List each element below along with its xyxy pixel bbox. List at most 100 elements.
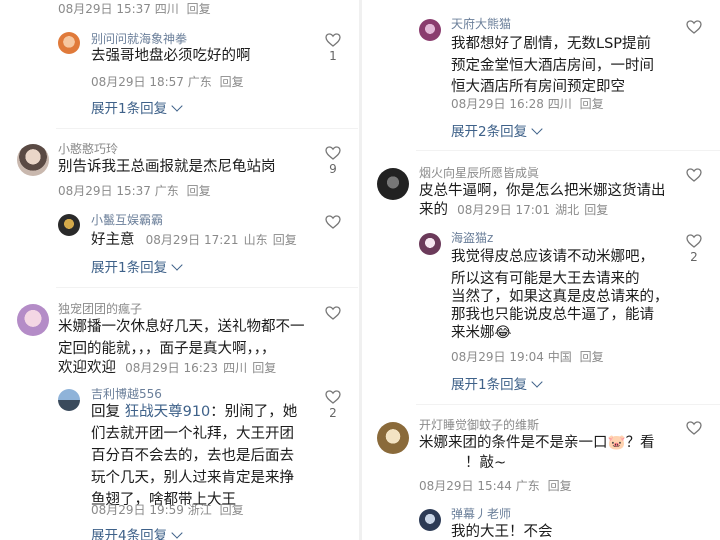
laugh-emoji-icon: 😂 xyxy=(494,325,512,341)
avatar[interactable] xyxy=(58,214,80,236)
comment-meta: 08月29日 15:37 广东 回复 xyxy=(58,182,211,199)
comment-date: 08月29日 16:23 xyxy=(125,361,219,375)
comment-username[interactable]: 小憨憨巧玲 xyxy=(58,140,118,157)
heart-icon xyxy=(325,33,341,47)
reply-button[interactable]: 回复 xyxy=(273,233,297,247)
heart-icon xyxy=(325,306,341,320)
reply-button[interactable]: 回复 xyxy=(252,361,276,375)
comment-username[interactable]: 开灯睡觉御蚊子的维斯 xyxy=(419,416,539,433)
right-comment-panel: 天府大熊猫 我都想好了剧情，无数LSP提前 预定金堂恒大酒店房间，一时间 恒大酒… xyxy=(362,0,720,540)
like-count: 1 xyxy=(329,49,337,63)
like-button[interactable] xyxy=(323,215,343,229)
like-button[interactable] xyxy=(684,20,704,34)
reply-text: 来米娜 xyxy=(451,325,495,341)
comment-username[interactable]: 独宠团团的瘋子 xyxy=(58,300,142,317)
reply-button[interactable]: 回复 xyxy=(584,203,608,217)
reply-body: 好主意 08月29日 17:21 山东 回复 xyxy=(91,229,297,251)
reply-prefix: 回复 xyxy=(91,404,120,420)
expand-replies-button[interactable]: 展开1条回复 xyxy=(451,373,543,393)
heart-icon xyxy=(686,20,702,34)
reply-text-line: 回复 狂战天尊910：别闹了，她 xyxy=(91,401,297,423)
divider xyxy=(416,404,720,405)
chevron-down-icon xyxy=(531,123,543,135)
reply-username[interactable]: 吉利博越556 xyxy=(91,385,162,402)
like-button[interactable]: 1 xyxy=(323,33,343,63)
reply-button[interactable]: 回复 xyxy=(220,75,244,89)
comment-text-line: ！敲~ xyxy=(465,455,507,471)
comment-text-line: 米娜播一次休息好几天，送礼物都不一 xyxy=(58,319,305,335)
comment-text: 米娜来团的条件是不是亲一口 xyxy=(419,435,608,451)
divider xyxy=(56,128,358,129)
comment-location: 广东 xyxy=(154,184,179,198)
reply-button[interactable]: 回复 xyxy=(580,97,604,111)
avatar[interactable] xyxy=(377,168,409,200)
avatar[interactable] xyxy=(377,422,409,454)
reply-location: 四川 xyxy=(547,97,572,111)
like-count: 2 xyxy=(690,250,698,264)
comment-location: 四川 xyxy=(223,361,248,375)
reply-username[interactable]: 小鬣互娱霸霸 xyxy=(91,211,163,228)
reply-button[interactable]: 回复 xyxy=(187,184,211,198)
comment-date: 08月29日 15:37 xyxy=(58,184,151,198)
expand-replies-button[interactable]: 展开2条回复 xyxy=(451,120,543,140)
reply-button[interactable]: 回复 xyxy=(220,503,244,517)
heart-icon xyxy=(325,146,341,160)
like-button[interactable] xyxy=(323,306,343,320)
reply-text-line: 我都想好了剧情，无数LSP提前 xyxy=(451,36,652,52)
avatar[interactable] xyxy=(17,144,49,176)
reply-text-line: 预定金堂恒大酒店房间，一时间 xyxy=(451,58,654,74)
reply-meta: 08月29日 18:57 广东 回复 xyxy=(91,73,244,90)
comment-date: 08月29日 15:44 xyxy=(419,479,512,493)
avatar[interactable] xyxy=(419,233,441,255)
reply-date: 08月29日 19:59 xyxy=(91,503,184,517)
expand-replies-button[interactable]: 展开4条回复 xyxy=(91,524,183,540)
avatar[interactable] xyxy=(17,304,49,336)
comment-location: 广东 xyxy=(515,479,540,493)
divider xyxy=(56,287,358,288)
like-button[interactable]: 9 xyxy=(323,146,343,176)
chevron-down-icon xyxy=(171,259,183,271)
reply-button[interactable]: 回复 xyxy=(187,2,211,16)
expand-label: 展开4条回复 xyxy=(91,528,168,540)
divider xyxy=(416,150,720,151)
comment-location: 湖北 xyxy=(555,203,580,217)
expand-label: 展开1条回复 xyxy=(91,101,168,117)
like-button[interactable] xyxy=(684,421,704,435)
expand-label: 展开2条回复 xyxy=(451,124,528,140)
chevron-down-icon xyxy=(531,376,543,388)
reply-location: 广东 xyxy=(187,75,212,89)
avatar[interactable] xyxy=(58,32,80,54)
reply-username[interactable]: 弹幕丿老师 xyxy=(451,505,511,522)
reply-button[interactable]: 回复 xyxy=(548,479,572,493)
expand-label: 展开1条回复 xyxy=(91,260,168,276)
like-button[interactable] xyxy=(684,168,704,182)
comment-text-line-meta: 来的 08月29日 17:01 湖北 回复 xyxy=(419,199,608,221)
like-count: 9 xyxy=(329,162,337,176)
expand-replies-button[interactable]: 展开1条回复 xyxy=(91,97,183,117)
avatar[interactable] xyxy=(58,389,80,411)
heart-icon xyxy=(325,215,341,229)
reply-location: 中国 xyxy=(547,350,572,364)
comment-text-line: 来的 xyxy=(419,202,448,218)
reply-date: 08月29日 17:21 xyxy=(145,233,239,247)
reply-button[interactable]: 回复 xyxy=(580,350,604,364)
mention-link[interactable]: 狂战天尊910 xyxy=(125,404,211,420)
chevron-down-icon xyxy=(171,100,183,112)
avatar[interactable] xyxy=(419,19,441,41)
avatar[interactable] xyxy=(419,509,441,531)
reply-location: 山东 xyxy=(243,233,268,247)
reply-text: 我的大王！不会 xyxy=(451,524,553,540)
pig-emoji-icon: 🐷 xyxy=(607,435,626,451)
comment-username[interactable]: 烟火向星辰所愿皆成眞 xyxy=(419,164,539,181)
heart-icon xyxy=(686,234,702,248)
like-button[interactable]: 2 xyxy=(684,234,704,264)
expand-replies-button[interactable]: 展开1条回复 xyxy=(91,256,183,276)
reply-text-line: 玩个几天，别人过来肯定是来挣 xyxy=(91,470,294,486)
reply-username[interactable]: 天府大熊猫 xyxy=(451,15,511,32)
like-button[interactable]: 2 xyxy=(323,390,343,420)
expand-label: 展开1条回复 xyxy=(451,377,528,393)
reply-text-line: 百分百不会去的，去也是后面去 xyxy=(91,448,294,464)
reply-meta: 08月29日 16:28 四川 回复 xyxy=(451,95,604,112)
reply-username[interactable]: 海盗猫z xyxy=(451,229,493,246)
reply-date: 08月29日 18:57 xyxy=(91,75,184,89)
